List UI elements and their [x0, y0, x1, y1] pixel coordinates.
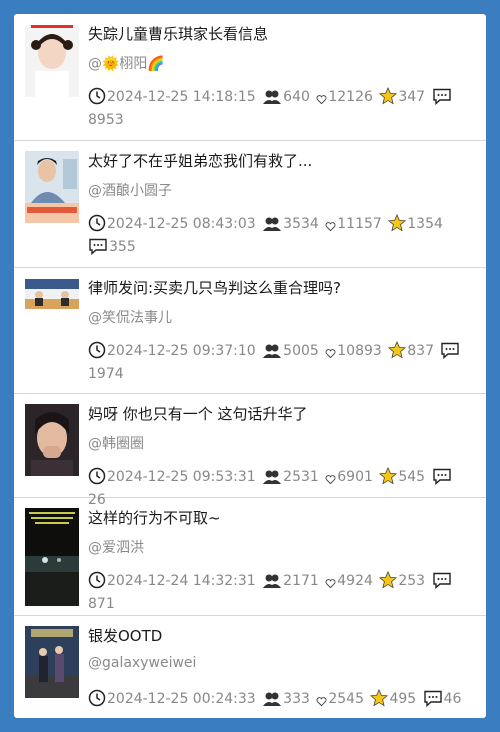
comment-icon	[440, 340, 460, 363]
list-item[interactable]: 太好了不在乎姐弟恋我们有救了... @酒酿小圆子 2024-12-25 08:4…	[14, 141, 486, 268]
comment-icon	[423, 688, 443, 711]
clock-icon	[88, 466, 106, 489]
views-icon	[262, 466, 282, 489]
item-stats: 2024-12-25 00:24:33 333 2545 495 46	[88, 688, 468, 711]
item-title[interactable]: 妈呀 你也只有一个 这句话升华了	[88, 403, 308, 424]
views-count: 2531	[283, 469, 319, 485]
list-item[interactable]: 失踪儿童曹乐琪家长看信息 @🌞栩阳🌈 2024-12-25 14:18:15 6…	[14, 14, 486, 141]
views-icon	[262, 213, 282, 236]
likes-count: 6901	[337, 469, 373, 485]
favorites-count: 1354	[407, 216, 443, 232]
heart-icon	[325, 213, 336, 236]
favorites-count: 837	[407, 343, 434, 359]
views-icon	[262, 688, 282, 711]
clock-icon	[88, 570, 106, 593]
likes-count: 12126	[328, 89, 373, 105]
heart-icon	[325, 466, 336, 489]
thumbnail-image[interactable]	[25, 25, 79, 97]
comment-icon	[432, 86, 452, 109]
list-item[interactable]: 律师发问:买卖几只鸟判这么重合理吗? @笑侃法事儿 2024-12-25 09:…	[14, 268, 486, 394]
heart-icon	[316, 688, 327, 711]
item-author[interactable]: @笑侃法事儿	[88, 307, 172, 327]
views-count: 333	[283, 691, 310, 707]
item-stats: 2024-12-25 09:37:10 5005 10893 837 1974	[88, 340, 468, 386]
item-stats: 2024-12-24 14:32:31 2171 4924 253 871	[88, 570, 468, 616]
likes-count: 10893	[337, 343, 382, 359]
favorites-count: 545	[398, 469, 426, 485]
thumbnail-image[interactable]	[25, 508, 79, 606]
item-title[interactable]: 银发OOTD	[88, 625, 162, 646]
comments-count: 8953	[88, 112, 124, 128]
list-item[interactable]: 这样的行为不可取~ @爱泗洪 2024-12-24 14:32:31 2171 …	[14, 498, 486, 616]
likes-count: 2545	[328, 691, 364, 707]
thumbnail-image[interactable]	[25, 279, 79, 309]
publish-time: 2024-12-25 08:43:03	[107, 216, 256, 232]
comments-count: 355	[109, 239, 136, 255]
item-author[interactable]: @韩圈圈	[88, 433, 144, 453]
comments-count: 871	[88, 596, 115, 612]
item-author[interactable]: @galaxyweiwei	[88, 655, 196, 671]
views-count: 3534	[283, 216, 319, 232]
star-icon	[379, 86, 398, 109]
comments-count: 1974	[88, 366, 124, 382]
item-title[interactable]: 这样的行为不可取~	[88, 507, 221, 528]
views-icon	[262, 570, 282, 593]
publish-time: 2024-12-25 09:37:10	[107, 343, 256, 359]
list-item[interactable]: 妈呀 你也只有一个 这句话升华了 @韩圈圈 2024-12-25 09:53:3…	[14, 394, 486, 508]
likes-count: 11157	[337, 216, 382, 232]
heart-icon	[325, 340, 336, 363]
favorites-count: 495	[389, 691, 417, 707]
item-author[interactable]: @🌞栩阳🌈	[88, 53, 165, 73]
item-author[interactable]: @酒酿小圆子	[88, 180, 172, 200]
comment-icon	[432, 570, 452, 593]
heart-icon	[316, 86, 327, 109]
comments-count: 46	[443, 691, 462, 707]
publish-time: 2024-12-25 14:18:15	[107, 89, 256, 105]
views-count: 640	[283, 89, 310, 105]
favorites-count: 253	[398, 573, 426, 589]
star-icon	[388, 213, 407, 236]
comment-icon	[88, 236, 108, 259]
views-count: 5005	[283, 343, 319, 359]
thumbnail-image[interactable]	[25, 626, 79, 698]
list-item[interactable]: 银发OOTD @galaxyweiwei 2024-12-25 00:24:33…	[14, 616, 486, 718]
item-stats: 2024-12-25 14:18:15 640 12126 347 8953	[88, 86, 468, 132]
clock-icon	[88, 86, 106, 109]
views-icon	[262, 340, 282, 363]
clock-icon	[88, 340, 106, 363]
comment-icon	[432, 466, 452, 489]
heart-icon	[325, 570, 336, 593]
item-author[interactable]: @爱泗洪	[88, 537, 144, 557]
clock-icon	[88, 213, 106, 236]
star-icon	[370, 688, 389, 711]
item-title[interactable]: 失踪儿童曹乐琪家长看信息	[88, 23, 268, 44]
publish-time: 2024-12-25 09:53:31	[107, 469, 256, 485]
thumbnail-image[interactable]	[25, 151, 79, 223]
star-icon	[379, 466, 398, 489]
likes-count: 4924	[337, 573, 373, 589]
star-icon	[388, 340, 407, 363]
views-icon	[262, 86, 282, 109]
favorites-count: 347	[398, 89, 426, 105]
item-title[interactable]: 太好了不在乎姐弟恋我们有救了...	[88, 150, 312, 171]
publish-time: 2024-12-24 14:32:31	[107, 573, 256, 589]
video-list: 失踪儿童曹乐琪家长看信息 @🌞栩阳🌈 2024-12-25 14:18:15 6…	[14, 14, 486, 718]
star-icon	[379, 570, 398, 593]
thumbnail-image[interactable]	[25, 404, 79, 476]
item-title[interactable]: 律师发问:买卖几只鸟判这么重合理吗?	[88, 277, 341, 298]
views-count: 2171	[283, 573, 319, 589]
clock-icon	[88, 688, 106, 711]
item-stats: 2024-12-25 08:43:03 3534 11157 1354 355	[88, 213, 468, 259]
publish-time: 2024-12-25 00:24:33	[107, 691, 256, 707]
